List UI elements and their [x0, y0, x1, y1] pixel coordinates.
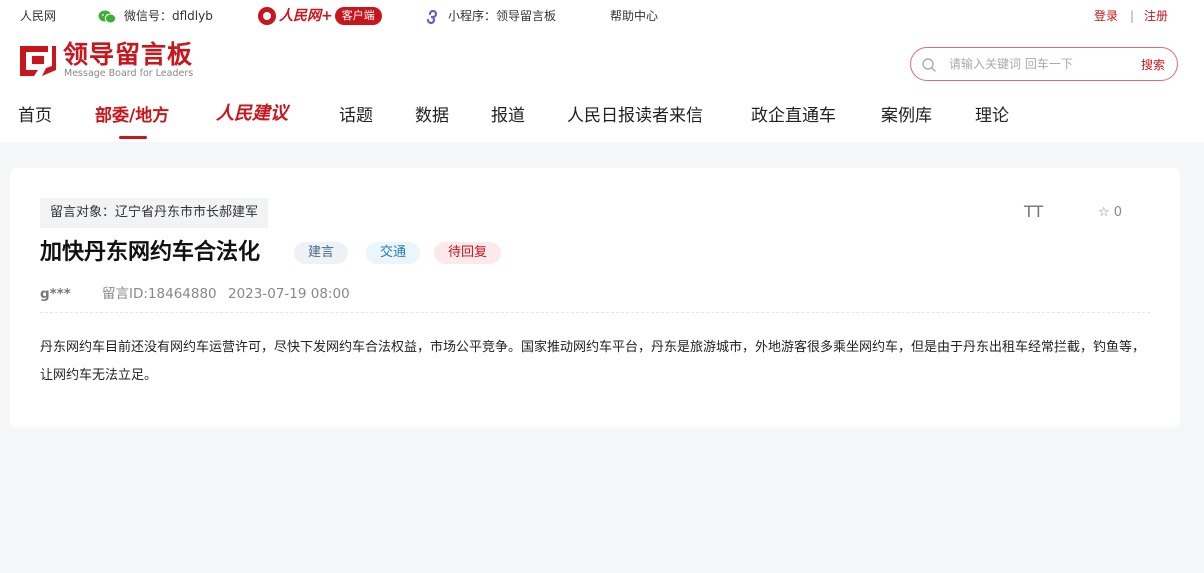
search-input[interactable] — [949, 55, 1119, 73]
nav-item-topics[interactable]: 话题 — [339, 104, 373, 128]
site-header: 人民网 微信号：dfldlyb 人民网+ 客户端 小程序：领导留言板 帮助中心 … — [0, 0, 1204, 142]
app-name: 人民网+ — [279, 8, 333, 24]
divider — [40, 312, 1150, 313]
message-title: 加快丹东网约车合法化 — [40, 240, 261, 265]
message-id: 留言ID:18464880 — [102, 286, 217, 302]
logo-mark-icon — [20, 46, 56, 76]
nav-item-readers-letters[interactable]: 人民日报读者来信 — [567, 104, 703, 128]
login-link[interactable]: 登录 — [1094, 8, 1118, 24]
miniapp-info[interactable]: 小程序：领导留言板 — [424, 8, 556, 25]
help-center-link[interactable]: 帮助中心 — [610, 8, 658, 24]
nav-item-people-suggestions[interactable]: 人民建议 — [216, 102, 288, 126]
message-target: 留言对象：辽宁省丹东市市长郝建军 — [40, 198, 269, 228]
miniapp-icon — [426, 9, 438, 24]
people-net-link[interactable]: 人民网 — [20, 8, 56, 24]
site-logo[interactable]: 领导留言板 Message Board for Leaders — [18, 40, 198, 82]
wechat-label: 微信号：dfldlyb — [124, 9, 213, 23]
font-size-toggle[interactable]: TT — [1024, 202, 1043, 222]
status-badge: 待回复 — [434, 242, 502, 264]
nav-item-enterprise[interactable]: 政企直通车 — [751, 104, 836, 128]
message-card: 留言对象：辽宁省丹东市市长郝建军 加快丹东网约车合法化 建言 交通 待回复 TT… — [10, 168, 1180, 428]
nav-item-home[interactable]: 首页 — [18, 104, 52, 128]
favorite-button[interactable]: ☆ 0 — [1098, 204, 1122, 222]
logo-title: 领导留言板 — [63, 40, 194, 69]
nav-active-indicator — [119, 136, 147, 139]
message-time: 2023-07-19 08:00 — [228, 286, 350, 302]
nav-item-reports[interactable]: 报道 — [491, 104, 525, 128]
tag-suggestion: 建言 — [294, 242, 349, 264]
nav-item-theory[interactable]: 理论 — [975, 104, 1009, 128]
nav-item-cases[interactable]: 案例库 — [881, 104, 932, 128]
miniapp-label: 小程序：领导留言板 — [448, 9, 557, 23]
search-icon — [922, 58, 936, 72]
nav-item-ministries[interactable]: 部委/地方 — [95, 104, 169, 128]
app-link[interactable]: 人民网+ 客户端 — [258, 6, 382, 29]
search-button[interactable]: 搜索 — [1141, 57, 1165, 73]
people-app-icon — [258, 7, 276, 25]
wechat-info[interactable]: 微信号：dfldlyb — [98, 8, 213, 24]
wechat-icon — [98, 10, 116, 23]
login-separator: | — [1130, 9, 1135, 23]
tag-traffic: 交通 — [366, 242, 421, 264]
main-nav: 首页 部委/地方 人民建议 话题 数据 报道 人民日报读者来信 政企直通车 案例… — [0, 100, 1204, 142]
app-client-badge: 客户端 — [334, 7, 382, 25]
top-bar: 人民网 微信号：dfldlyb 人民网+ 客户端 小程序：领导留言板 帮助中心 … — [0, 0, 1204, 32]
message-body: 丹东网约车目前还没有网约车运营许可，尽快下发网约车合法权益，市场公平竞争。国家推… — [40, 340, 1146, 383]
search-box: 搜索 — [910, 47, 1178, 81]
register-link[interactable]: 注册 — [1144, 8, 1168, 24]
logo-subtitle: Message Board for Leaders — [64, 68, 194, 79]
nav-item-data[interactable]: 数据 — [415, 104, 449, 128]
message-author: g*** — [40, 286, 71, 302]
